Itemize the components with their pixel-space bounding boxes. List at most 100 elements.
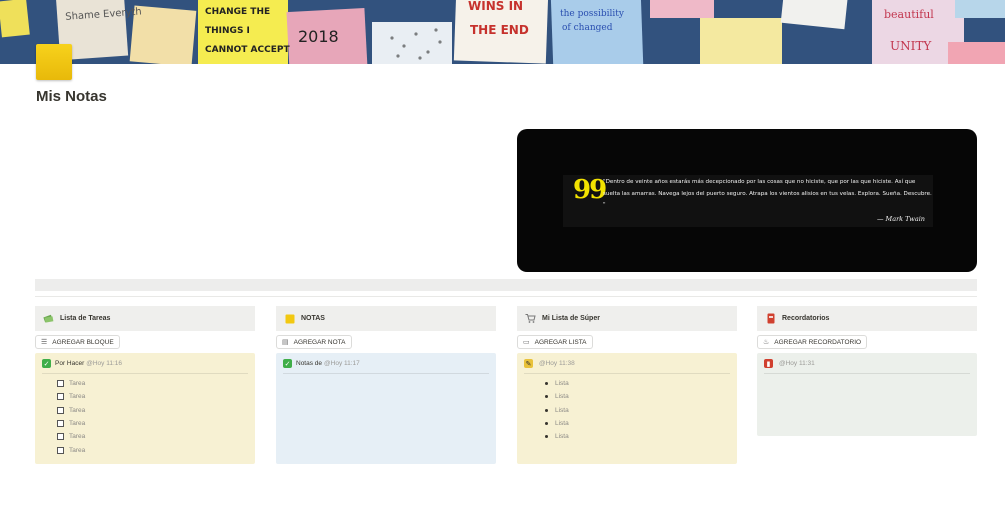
checkbox[interactable] bbox=[57, 420, 64, 428]
board-column-notas: NOTAS ▤ AGREGAR NOTA ✓ Notas de @Hoy 11:… bbox=[276, 306, 496, 464]
quote-embed: 99 "Dentro de veinte años estarás más de… bbox=[517, 129, 977, 272]
list-item: Lista bbox=[539, 404, 730, 417]
column-header[interactable]: NOTAS bbox=[276, 306, 496, 331]
shopping-card[interactable]: ✎ @Hoy 11:38 Lista Lista Lista Lista Lis… bbox=[517, 353, 737, 464]
list-item-label: Lista bbox=[555, 433, 569, 441]
list-icon: ☰ bbox=[41, 339, 48, 346]
quote-card: 99 "Dentro de veinte años estarás más de… bbox=[563, 175, 933, 227]
yellow-note-icon bbox=[284, 313, 295, 324]
money-stack-icon bbox=[43, 313, 54, 324]
card-title: ✓ Por Hacer @Hoy 11:16 bbox=[42, 359, 248, 374]
checkbox[interactable] bbox=[57, 380, 64, 388]
column-header[interactable]: Mi Lista de Súper bbox=[517, 306, 737, 331]
list-item: Lista bbox=[539, 417, 730, 430]
svg-text:CHANGE THE: CHANGE THE bbox=[205, 7, 270, 17]
checkbox[interactable] bbox=[57, 393, 64, 401]
todo-list: Tarea Tarea Tarea Tarea Tarea Tarea bbox=[42, 377, 248, 457]
column-title: Recordatorios bbox=[782, 315, 830, 322]
todo-label: Tarea bbox=[69, 380, 86, 388]
shopping-cart-icon bbox=[525, 313, 536, 324]
list-item: Lista bbox=[539, 390, 730, 403]
page-title: Mis Notas bbox=[36, 88, 107, 105]
todo-item: Tarea bbox=[57, 390, 248, 403]
todo-label: Tarea bbox=[69, 446, 86, 454]
column-title: Lista de Tareas bbox=[60, 315, 111, 322]
column-title: Mi Lista de Súper bbox=[542, 315, 600, 322]
add-note-button[interactable]: ▤ AGREGAR NOTA bbox=[276, 335, 352, 349]
bullet bbox=[545, 422, 548, 426]
svg-text:THINGS I: THINGS I bbox=[205, 26, 250, 36]
list-item-label: Lista bbox=[555, 380, 569, 388]
bullet bbox=[545, 408, 548, 412]
page-icon: ▭ bbox=[523, 339, 530, 346]
card-date: @Hoy 11:16 bbox=[86, 360, 123, 367]
todo-item: Tarea bbox=[57, 430, 248, 443]
todo-label: Tarea bbox=[69, 420, 86, 428]
todo-item: Tarea bbox=[57, 443, 248, 456]
card-date: @Hoy 11:17 bbox=[324, 360, 360, 367]
card-label: Notas de bbox=[296, 360, 323, 367]
cover-note-beautiful: beautiful bbox=[884, 8, 934, 21]
svg-text:WINS IN: WINS IN bbox=[468, 0, 523, 13]
checkbox[interactable] bbox=[57, 406, 64, 414]
page-cover-image: Shame Everyth CHANGE THE THINGS I CANNOT… bbox=[0, 0, 1005, 64]
green-check-icon: ✓ bbox=[42, 359, 51, 368]
checkbox[interactable] bbox=[57, 433, 64, 441]
button-label: AGREGAR BLOQUE bbox=[52, 338, 114, 346]
red-notebook-icon bbox=[765, 313, 776, 324]
todo-label: Tarea bbox=[69, 393, 86, 401]
card-title: ✎ @Hoy 11:38 bbox=[524, 359, 730, 374]
quote-text: "Dentro de veinte años estarás más decep… bbox=[603, 179, 932, 208]
divider bbox=[35, 296, 977, 297]
callout-bar bbox=[35, 279, 977, 291]
todo-item: Tarea bbox=[57, 404, 248, 417]
board-column-recordatorios: Recordatorios ♨ AGREGAR RECORDATORIO ▮ @… bbox=[757, 306, 977, 436]
svg-text:THE END: THE END bbox=[470, 23, 529, 37]
card-date: @Hoy 11:38 bbox=[539, 360, 575, 367]
button-label: AGREGAR NOTA bbox=[293, 338, 346, 346]
quote-author: — Mark Twain bbox=[876, 215, 925, 223]
svg-text:the possibility: the possibility bbox=[560, 9, 625, 19]
card-date: @Hoy 11:31 bbox=[779, 360, 815, 367]
card-title: ▮ @Hoy 11:31 bbox=[764, 359, 970, 374]
board-column-super: Mi Lista de Súper ▭ AGREGAR LISTA ✎ @Hoy… bbox=[517, 306, 737, 464]
pencil-paper-icon: ✎ bbox=[524, 359, 533, 368]
quote-mark-icon: 99 bbox=[573, 175, 607, 205]
list-item-label: Lista bbox=[555, 406, 569, 414]
cover-note-2018: 2018 bbox=[298, 27, 339, 46]
bullet bbox=[545, 395, 548, 399]
cover-note-unity: UNITY bbox=[890, 39, 932, 53]
bell-icon: ♨ bbox=[763, 339, 770, 346]
column-title: NOTAS bbox=[301, 315, 325, 322]
reminder-card[interactable]: ▮ @Hoy 11:31 bbox=[757, 353, 977, 436]
red-notebook-icon: ▮ bbox=[764, 359, 773, 368]
yellow-sticky-note-icon[interactable] bbox=[36, 44, 72, 80]
todo-label: Tarea bbox=[69, 406, 86, 414]
bullet-list: Lista Lista Lista Lista Lista bbox=[524, 377, 730, 443]
list-item: Lista bbox=[539, 430, 730, 443]
board-column-tareas: Lista de Tareas ☰ AGREGAR BLOQUE ✓ Por H… bbox=[35, 306, 255, 464]
column-header[interactable]: Lista de Tareas bbox=[35, 306, 255, 331]
svg-text:CANNOT ACCEPT: CANNOT ACCEPT bbox=[205, 45, 290, 55]
add-block-button[interactable]: ☰ AGREGAR BLOQUE bbox=[35, 335, 120, 349]
list-item: Lista bbox=[539, 377, 730, 390]
checkbox[interactable] bbox=[57, 446, 64, 454]
bullet bbox=[545, 435, 548, 439]
note-card[interactable]: ✓ Notas de @Hoy 11:17 bbox=[276, 353, 496, 464]
add-reminder-button[interactable]: ♨ AGREGAR RECORDATORIO bbox=[757, 335, 868, 349]
note-icon: ▤ bbox=[282, 339, 289, 346]
button-label: AGREGAR LISTA bbox=[534, 338, 587, 346]
svg-text:of changed: of changed bbox=[562, 23, 613, 33]
column-header[interactable]: Recordatorios bbox=[757, 306, 977, 331]
card-title: ✓ Notas de @Hoy 11:17 bbox=[283, 359, 489, 374]
task-card[interactable]: ✓ Por Hacer @Hoy 11:16 Tarea Tarea Tarea… bbox=[35, 353, 255, 464]
card-label: Por Hacer bbox=[55, 360, 85, 367]
todo-item: Tarea bbox=[57, 377, 248, 390]
green-check-icon: ✓ bbox=[283, 359, 292, 368]
add-list-button[interactable]: ▭ AGREGAR LISTA bbox=[517, 335, 593, 349]
todo-item: Tarea bbox=[57, 417, 248, 430]
bullet bbox=[545, 382, 548, 386]
list-item-label: Lista bbox=[555, 420, 569, 428]
button-label: AGREGAR RECORDATORIO bbox=[774, 338, 862, 346]
todo-label: Tarea bbox=[69, 433, 86, 441]
